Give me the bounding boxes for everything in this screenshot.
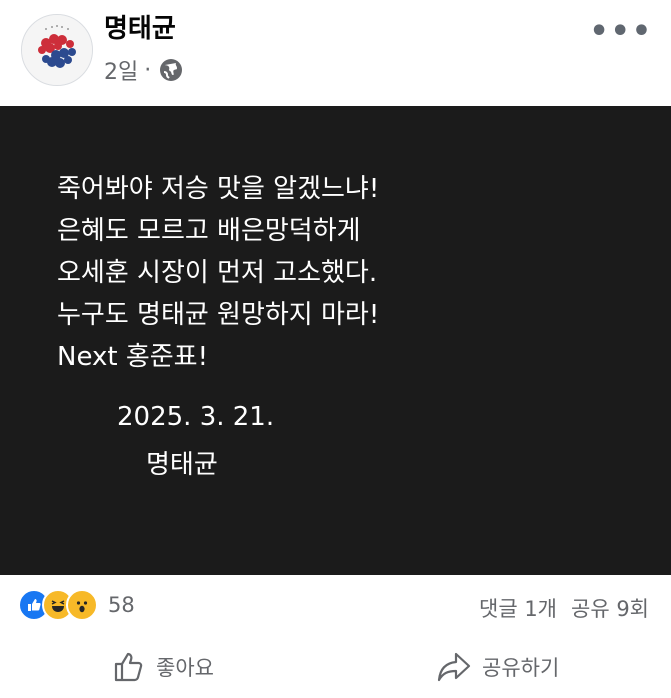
post-signature: 명태균 — [146, 450, 218, 480]
engagement-counts: 댓글 1개 공유 9회 — [479, 593, 649, 623]
share-button[interactable]: 공유하기 — [436, 650, 559, 684]
reactions-summary[interactable]: 58 — [18, 589, 135, 621]
wow-reaction-icon — [66, 589, 98, 621]
post-time[interactable]: 2일 — [104, 54, 138, 86]
meta-separator: · — [144, 57, 152, 83]
more-icon[interactable]: ••• — [589, 14, 653, 49]
engagement-bar: 58 댓글 1개 공유 9회 — [0, 575, 671, 635]
thumbs-up-icon — [114, 652, 143, 682]
avatar[interactable] — [21, 14, 93, 86]
share-count[interactable]: 공유 9회 — [571, 593, 649, 623]
action-bar: 좋아요 공유하기 — [0, 640, 671, 698]
share-label: 공유하기 — [482, 656, 560, 680]
avatar-image — [22, 15, 92, 85]
post-header: 명태균 2일 · ••• — [0, 0, 671, 106]
post-line: 오세훈 시장이 먼저 고소했다. — [57, 258, 378, 288]
post-text-image[interactable]: 죽어봐야 저승 맛을 알겠느냐! 은혜도 모르고 배은망덕하게 오세훈 시장이 … — [0, 106, 671, 575]
like-button[interactable]: 좋아요 — [112, 650, 214, 684]
reaction-count: 58 — [108, 593, 135, 617]
post-meta: 2일 · — [104, 54, 183, 86]
author-name[interactable]: 명태균 — [104, 8, 176, 45]
comment-count[interactable]: 댓글 1개 — [479, 593, 557, 623]
post-date: 2025. 3. 21. — [117, 402, 275, 432]
post-line: 은혜도 모르고 배은망덕하게 — [57, 216, 361, 246]
post-line: 죽어봐야 저승 맛을 알겠느냐! — [57, 174, 380, 204]
post-line: Next 홍준표! — [57, 342, 209, 372]
post-text: 죽어봐야 저승 맛을 알겠느냐! 은혜도 모르고 배은망덕하게 오세훈 시장이 … — [57, 168, 379, 378]
globe-icon[interactable] — [159, 58, 183, 82]
post-line: 누구도 명태균 원망하지 마라! — [57, 300, 380, 330]
like-label: 좋아요 — [156, 656, 214, 680]
share-icon — [437, 652, 471, 682]
